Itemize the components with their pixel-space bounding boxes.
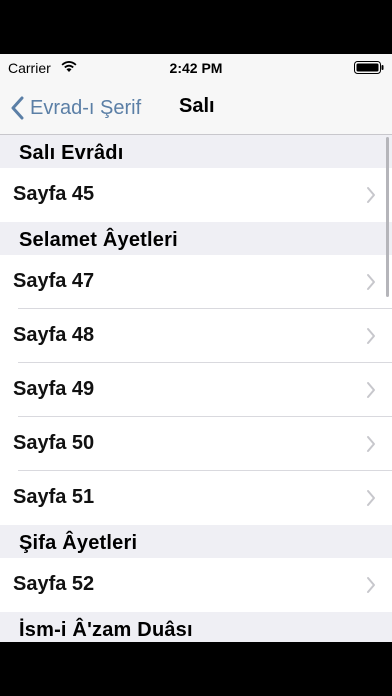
status-time: 2:42 PM: [169, 60, 223, 76]
chevron-left-icon: [11, 96, 24, 120]
list-item[interactable]: Sayfa 47: [0, 255, 392, 309]
section-header: Salı Evrâdı: [0, 135, 392, 168]
list-item-label: Sayfa 52: [13, 573, 95, 595]
chevron-right-icon: [367, 328, 375, 344]
chevron-right-icon: [367, 382, 375, 398]
status-bar: Carrier 2:42 PM: [0, 54, 392, 82]
list-item-label: Sayfa 51: [13, 486, 95, 508]
list-item[interactable]: Sayfa 50: [0, 417, 392, 471]
chevron-right-icon: [367, 187, 375, 203]
scroll-indicator[interactable]: [386, 137, 389, 297]
page-title: Salı: [179, 95, 215, 117]
section-header: İsm-i Â'zam Duâsı: [0, 612, 392, 642]
list-item[interactable]: Sayfa 49: [0, 363, 392, 417]
list-item-label: Sayfa 49: [13, 378, 95, 400]
navigation-bar: Evrad-ı Şerif Salı: [0, 82, 392, 135]
battery-icon: [354, 61, 384, 74]
chevron-right-icon: [367, 436, 375, 452]
list-item[interactable]: Sayfa 52: [0, 558, 392, 612]
list-item[interactable]: Sayfa 48: [0, 309, 392, 363]
back-button-label: Evrad-ı Şerif: [30, 96, 142, 119]
back-button[interactable]: Evrad-ı Şerif: [10, 94, 141, 122]
chevron-right-icon: [367, 490, 375, 506]
section-header: Şifa Âyetleri: [0, 525, 392, 558]
table-view[interactable]: Salı Evrâdı Sayfa 45 Selamet Âyetleri Sa…: [0, 135, 392, 642]
section-header: Selamet Âyetleri: [0, 222, 392, 255]
list-item-label: Sayfa 47: [13, 270, 95, 292]
list-item-label: Sayfa 45: [13, 183, 95, 205]
chevron-right-icon: [367, 577, 375, 593]
list-item[interactable]: Sayfa 51: [0, 471, 392, 525]
list-item-label: Sayfa 48: [13, 324, 95, 346]
list-item[interactable]: Sayfa 45: [0, 168, 392, 222]
app-screen: Carrier 2:42 PM Evrad-ı Şerif Salı Salı …: [0, 54, 392, 642]
chevron-right-icon: [367, 274, 375, 290]
list-item-label: Sayfa 50: [13, 432, 95, 454]
